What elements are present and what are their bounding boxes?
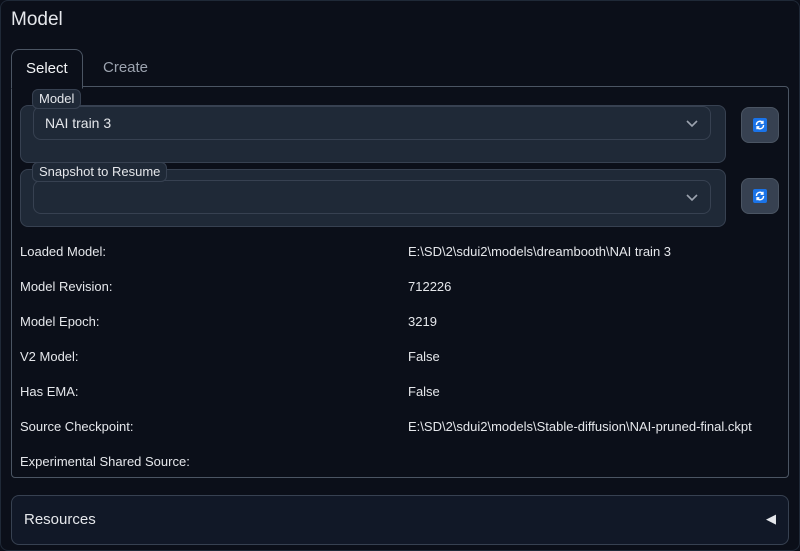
refresh-snapshots-button[interactable]: [741, 178, 779, 214]
model-select-label: Model: [32, 89, 82, 109]
info-row-shared-source: Experimental Shared Source:: [20, 454, 780, 474]
info-row-loaded-model: Loaded Model: E:\SD\2\sdui2\models\dream…: [20, 244, 780, 264]
tab-select[interactable]: Select: [11, 49, 83, 89]
refresh-icon: [753, 118, 767, 132]
chevron-down-icon: [686, 120, 698, 128]
info-value: False: [408, 384, 440, 399]
resources-label: Resources: [24, 511, 96, 528]
info-value: False: [408, 349, 440, 364]
tab-create[interactable]: Create: [89, 49, 162, 87]
info-row-model-epoch: Model Epoch: 3219: [20, 314, 780, 334]
info-label: Experimental Shared Source:: [20, 454, 190, 469]
info-row-has-ema: Has EMA: False: [20, 384, 780, 404]
info-row-source-checkpoint: Source Checkpoint: E:\SD\2\sdui2\models\…: [20, 419, 780, 439]
resources-accordion[interactable]: Resources ◀: [11, 495, 789, 545]
info-label: Model Epoch:: [20, 314, 100, 329]
info-value: E:\SD\2\sdui2\models\dreambooth\NAI trai…: [408, 244, 672, 259]
info-row-v2-model: V2 Model: False: [20, 349, 780, 369]
collapse-arrow-icon[interactable]: ◀: [766, 511, 776, 527]
chevron-down-icon: [686, 194, 698, 202]
refresh-models-button[interactable]: [741, 107, 779, 143]
info-value: E:\SD\2\sdui2\models\Stable-diffusion\NA…: [408, 419, 752, 434]
info-label: V2 Model:: [20, 349, 79, 364]
snapshot-select-label: Snapshot to Resume: [32, 162, 168, 182]
model-dropdown[interactable]: NAI train 3: [33, 106, 711, 140]
info-row-model-revision: Model Revision: 712226: [20, 279, 780, 299]
info-label: Source Checkpoint:: [20, 419, 134, 434]
snapshot-dropdown[interactable]: [33, 180, 711, 214]
info-label: Model Revision:: [20, 279, 113, 294]
section-title: Model: [11, 9, 63, 30]
refresh-icon: [753, 189, 767, 203]
info-value: 712226: [408, 279, 452, 294]
select-tab-panel: Model NAI train 3 Snapshot to Resume Loa…: [11, 86, 789, 478]
info-value: 3219: [408, 314, 437, 329]
model-panel: Model Select Create Model NAI train 3 Sn…: [0, 0, 800, 551]
info-label: Loaded Model:: [20, 244, 107, 259]
info-label: Has EMA:: [20, 384, 79, 399]
model-dropdown-value: NAI train 3: [45, 115, 112, 131]
